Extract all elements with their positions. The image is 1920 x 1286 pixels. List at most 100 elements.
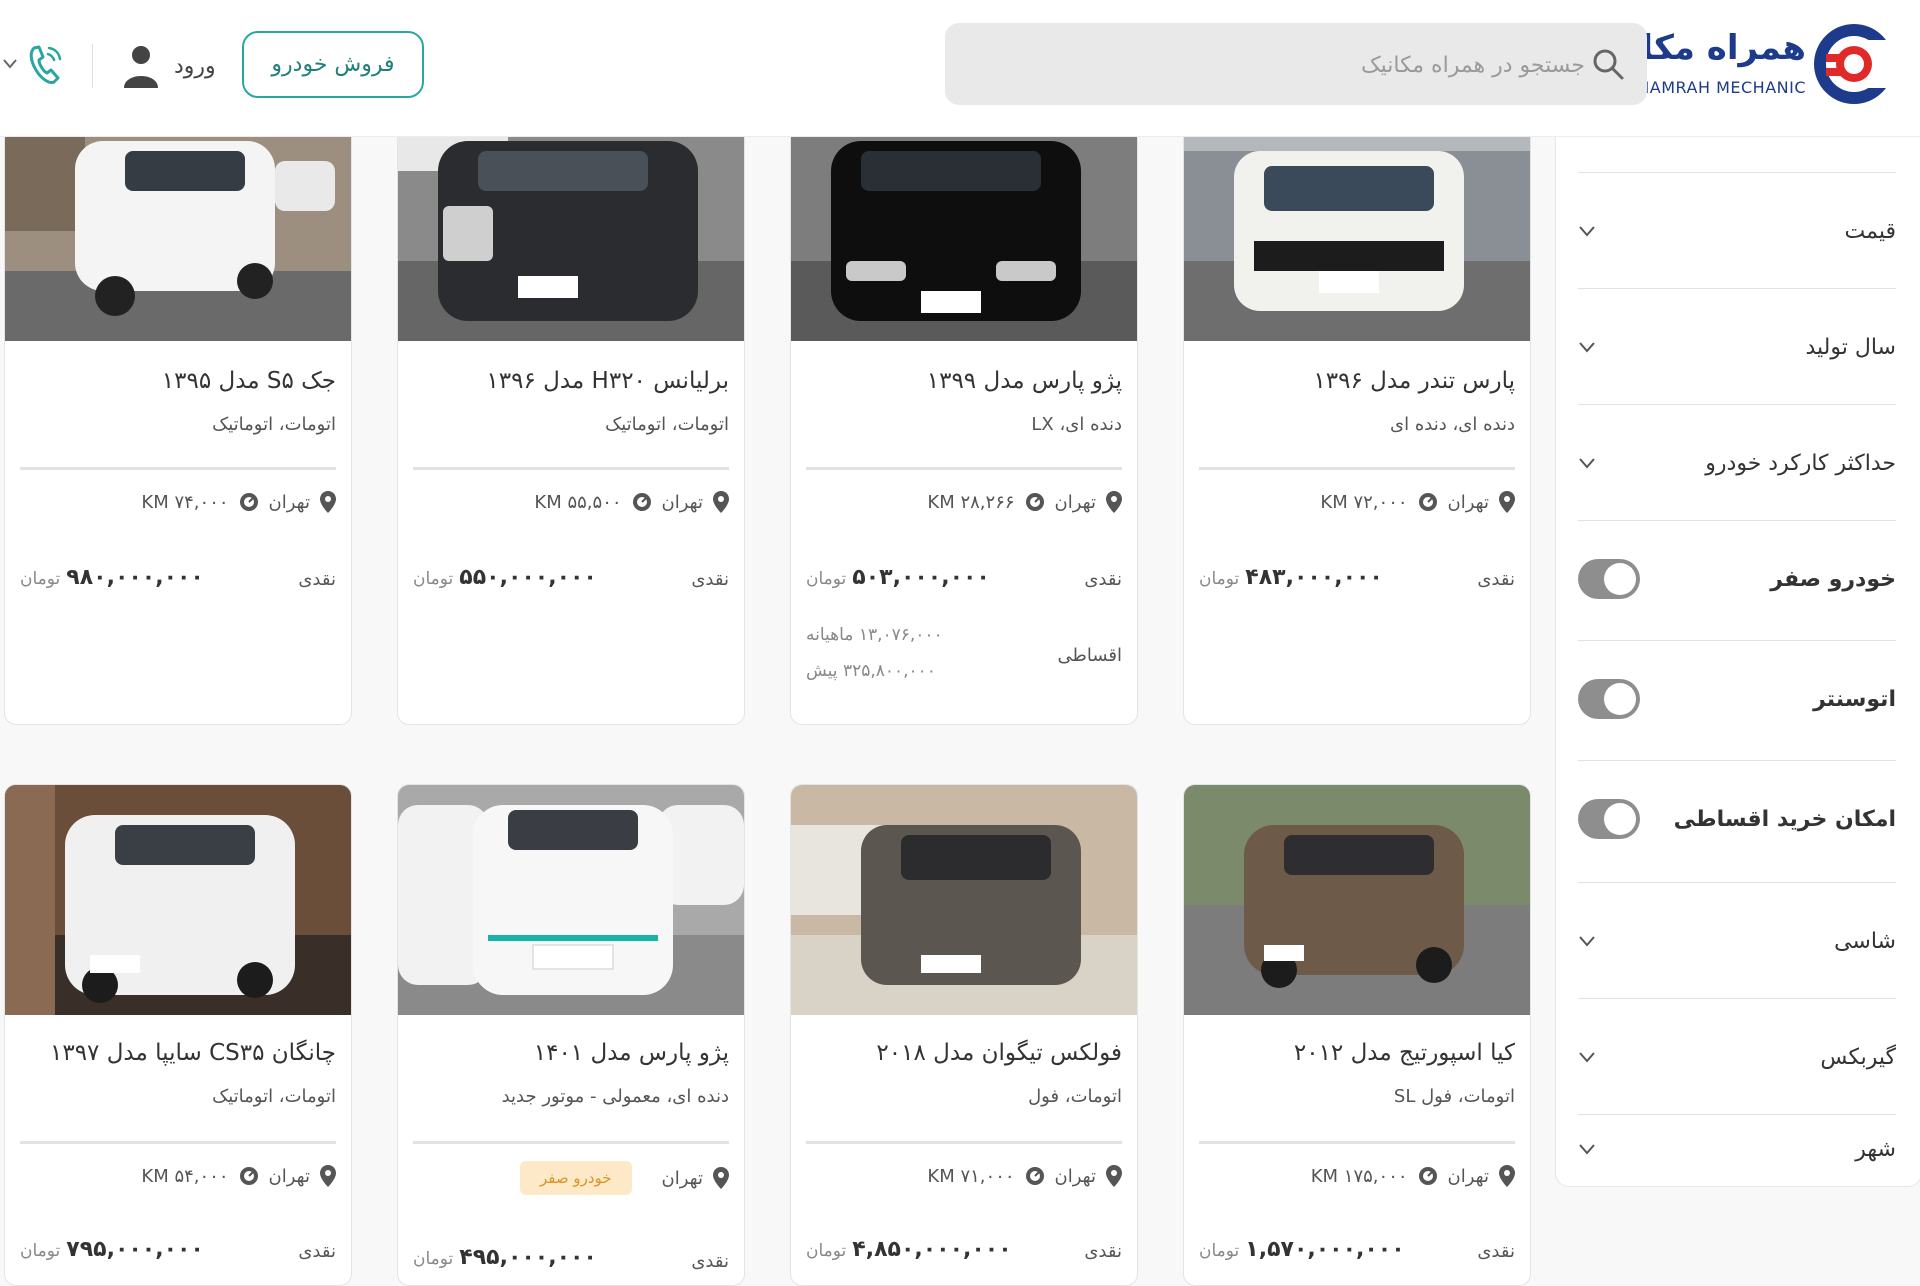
car-card[interactable]: پارس تندر مدل ۱۳۹۶ دنده ای، دنده ای تهرا… <box>1183 110 1531 725</box>
price-value: ۴۹۵,۰۰۰,۰۰۰ <box>459 1245 597 1270</box>
car-price: ۵۰۳,۰۰۰,۰۰۰تومان <box>806 565 990 590</box>
payment-type: نقدی <box>1477 1241 1515 1262</box>
car-subtitle: اتومات، اتوماتیک <box>212 414 336 435</box>
car-subtitle: اتومات، فول SL <box>1393 1086 1515 1107</box>
car-title[interactable]: برلیانس H۳۲۰ مدل ۱۳۹۶ <box>486 368 729 394</box>
card-divider <box>1199 467 1515 470</box>
filter-city[interactable]: شهر <box>1578 1114 1896 1183</box>
speedometer-icon <box>632 493 651 511</box>
filters-sidebar: قیمت سال تولید حداکثر کارکرد خودرو خودرو… <box>1555 136 1920 1187</box>
car-price: ۵۵۰,۰۰۰,۰۰۰تومان <box>413 565 597 590</box>
toggle-knob <box>1604 683 1636 715</box>
car-subtitle: اتومات، فول <box>1028 1086 1122 1107</box>
car-city: تهران <box>268 491 310 513</box>
filter-price[interactable]: قیمت <box>1578 172 1896 289</box>
car-title[interactable]: جک S۵ مدل ۱۳۹۵ <box>162 368 336 394</box>
card-divider <box>413 1141 729 1144</box>
car-mileage: ۱۷۵,۰۰۰ KM <box>1310 1165 1408 1187</box>
filter-gearbox[interactable]: گیربکس <box>1578 998 1896 1115</box>
car-mileage: ۷۲,۰۰۰ KM <box>1320 491 1408 513</box>
price-value: ۹۸۰,۰۰۰,۰۰۰ <box>66 565 204 590</box>
car-card[interactable]: برلیانس H۳۲۰ مدل ۱۳۹۶ اتومات، اتوماتیک ت… <box>397 110 745 725</box>
speedometer-icon <box>239 493 258 511</box>
installment-monthly: ۱۳,۰۷۶,۰۰۰ ماهیانه <box>806 625 943 645</box>
filter-body-type[interactable]: شاسی <box>1578 882 1896 999</box>
search-icon[interactable] <box>1591 47 1625 81</box>
chevron-down-icon <box>1579 458 1595 469</box>
filter-autocenter: اتوسنتر <box>1578 640 1896 757</box>
car-card[interactable]: پژو پارس مدل ۱۴۰۱ دنده ای، معمولی - موتو… <box>397 784 745 1286</box>
phone-icon[interactable] <box>28 42 64 86</box>
filter-label: شاسی <box>1834 928 1896 954</box>
payment-type: نقدی <box>298 569 336 590</box>
sell-car-button[interactable]: فروش خودرو <box>242 31 424 98</box>
filter-label: حداکثر کارکرد خودرو <box>1705 450 1896 476</box>
price-currency: تومان <box>1199 1241 1240 1261</box>
car-meta: تهران ۱۷۵,۰۰۰ KM <box>1311 1165 1515 1187</box>
car-photo[interactable] <box>791 785 1137 1015</box>
search-input[interactable] <box>983 23 1587 107</box>
car-price: ۴,۸۵۰,۰۰۰,۰۰۰تومان <box>806 1237 1012 1262</box>
car-mileage: ۷۱,۰۰۰ KM <box>927 1165 1015 1187</box>
car-title[interactable]: فولکس تیگوان مدل ۲۰۱۸ <box>876 1040 1122 1066</box>
price-currency: تومان <box>806 1241 847 1261</box>
car-card[interactable]: کیا اسپورتیج مدل ۲۰۱۲ اتومات، فول SL تهر… <box>1183 784 1531 1286</box>
car-photo[interactable] <box>1184 111 1530 341</box>
payment-type: نقدی <box>1477 569 1515 590</box>
car-city: تهران <box>1054 1165 1096 1187</box>
filter-year[interactable]: سال تولید <box>1578 288 1896 405</box>
price-currency: تومان <box>806 569 847 589</box>
login-button[interactable]: ورود <box>122 36 222 96</box>
car-title[interactable]: پژو پارس مدل ۱۴۰۱ <box>534 1040 729 1066</box>
price-currency: تومان <box>413 1249 454 1269</box>
payment-type: نقدی <box>1084 569 1122 590</box>
car-title[interactable]: پارس تندر مدل ۱۳۹۶ <box>1313 368 1515 394</box>
filter-label: خودرو صفر <box>1770 566 1896 592</box>
car-title[interactable]: چانگان CS۳۵ سایپا مدل ۱۳۹۷ <box>50 1040 336 1066</box>
car-photo[interactable] <box>398 111 744 341</box>
car-price: ۷۹۵,۰۰۰,۰۰۰تومان <box>20 1237 204 1262</box>
price-value: ۷۹۵,۰۰۰,۰۰۰ <box>66 1237 204 1262</box>
installment-type: اقساطی <box>1057 645 1122 666</box>
car-mileage: ۵۵,۵۰۰ KM <box>534 491 622 513</box>
car-price: ۴۹۵,۰۰۰,۰۰۰تومان <box>413 1245 597 1270</box>
zero-km-toggle[interactable] <box>1578 559 1640 599</box>
car-meta: تهران ۷۱,۰۰۰ KM <box>927 1165 1122 1187</box>
location-pin-icon <box>1106 1165 1122 1187</box>
car-subtitle: دنده ای، دنده ای <box>1390 414 1515 435</box>
car-card[interactable]: چانگان CS۳۵ سایپا مدل ۱۳۹۷ اتومات، اتوما… <box>4 784 352 1286</box>
car-card[interactable]: جک S۵ مدل ۱۳۹۵ اتومات، اتوماتیک تهران ۷۴… <box>4 110 352 725</box>
car-city: تهران <box>268 1165 310 1187</box>
chevron-down-icon[interactable] <box>2 58 18 70</box>
price-value: ۵۰۳,۰۰۰,۰۰۰ <box>852 565 990 590</box>
car-photo[interactable] <box>5 785 351 1015</box>
car-photo[interactable] <box>398 785 744 1015</box>
car-title[interactable]: کیا اسپورتیج مدل ۲۰۱۲ <box>1294 1040 1515 1066</box>
location-pin-icon <box>320 491 336 513</box>
car-city: تهران <box>661 491 703 513</box>
filter-label: اتوسنتر <box>1813 686 1896 712</box>
car-photo[interactable] <box>791 111 1137 341</box>
car-subtitle: اتومات، اتوماتیک <box>605 414 729 435</box>
login-label: ورود <box>174 53 216 79</box>
zero-km-badge: خودرو صفر <box>519 1161 632 1195</box>
car-photo[interactable] <box>1184 785 1530 1015</box>
filter-max-mileage[interactable]: حداکثر کارکرد خودرو <box>1578 404 1896 521</box>
car-card[interactable]: پژو پارس مدل ۱۳۹۹ دنده ای، LX تهران ۲۸,۲… <box>790 110 1138 725</box>
car-title[interactable]: پژو پارس مدل ۱۳۹۹ <box>927 368 1122 394</box>
price-value: ۴,۸۵۰,۰۰۰,۰۰۰ <box>852 1237 1012 1262</box>
payment-type: نقدی <box>691 1251 729 1272</box>
filter-label: سال تولید <box>1805 334 1897 360</box>
speedometer-icon <box>1418 493 1437 511</box>
filter-installment: امکان خرید اقساطی <box>1578 760 1896 877</box>
installment-toggle[interactable] <box>1578 799 1640 839</box>
car-photo[interactable] <box>5 111 351 341</box>
site-logo[interactable]: همراه مکانیک HAMRAH MECHANIC <box>1580 20 1898 110</box>
logo-mark-icon <box>1814 24 1898 104</box>
header-divider <box>92 44 93 88</box>
autocenter-toggle[interactable] <box>1578 679 1640 719</box>
location-pin-icon <box>1106 491 1122 513</box>
price-value: ۱,۵۷۰,۰۰۰,۰۰۰ <box>1245 1237 1405 1262</box>
card-divider <box>1199 1141 1515 1144</box>
car-card[interactable]: فولکس تیگوان مدل ۲۰۱۸ اتومات، فول تهران … <box>790 784 1138 1286</box>
